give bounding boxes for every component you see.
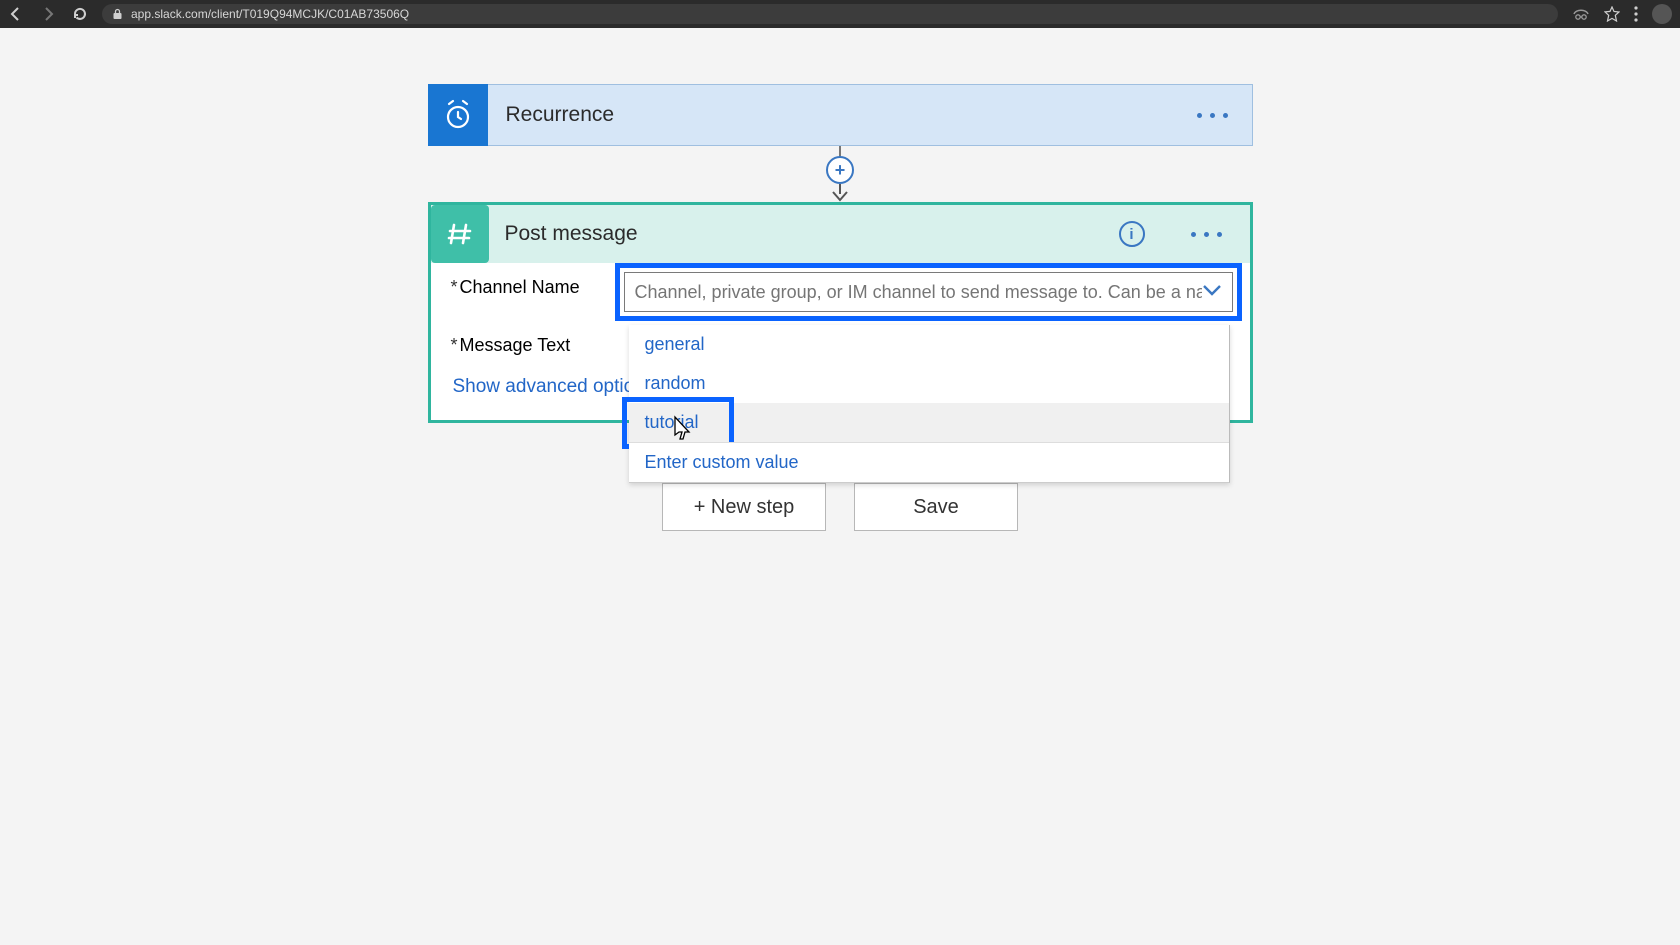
new-step-button[interactable]: + New step xyxy=(662,483,826,531)
star-icon[interactable] xyxy=(1604,6,1620,22)
save-button[interactable]: Save xyxy=(854,483,1018,531)
action-card-post-message[interactable]: Post message i Channel Name xyxy=(428,202,1253,423)
browser-toolbar: app.slack.com/client/T019Q94MCJK/C01AB73… xyxy=(0,0,1680,28)
connector: + xyxy=(428,146,1253,202)
action-title: Post message xyxy=(489,222,1119,246)
address-bar[interactable]: app.slack.com/client/T019Q94MCJK/C01AB73… xyxy=(102,4,1558,24)
trigger-more-menu[interactable] xyxy=(1173,113,1252,118)
show-advanced-options-label: Show advanced options xyxy=(453,376,655,397)
info-icon[interactable]: i xyxy=(1119,221,1145,247)
channel-name-label: Channel Name xyxy=(451,277,613,298)
trigger-card-recurrence[interactable]: Recurrence xyxy=(428,84,1253,146)
channel-dropdown-list: general random tutorial Enter custom val… xyxy=(629,325,1230,483)
chevron-down-icon[interactable] xyxy=(1202,283,1222,302)
action-more-menu[interactable] xyxy=(1167,232,1250,237)
trigger-title: Recurrence xyxy=(488,103,1173,127)
dropdown-option-tutorial[interactable]: tutorial xyxy=(629,403,1229,442)
action-header: Post message i xyxy=(431,205,1250,263)
dropdown-option-custom[interactable]: Enter custom value xyxy=(629,442,1229,482)
highlight-box-combobox xyxy=(615,263,1242,321)
dropdown-option-tutorial-label: tutorial xyxy=(645,412,699,432)
clock-icon xyxy=(428,84,488,146)
reload-icon[interactable] xyxy=(72,6,88,22)
arrow-down-icon xyxy=(830,184,850,202)
url-text: app.slack.com/client/T019Q94MCJK/C01AB73… xyxy=(131,7,409,21)
hash-icon xyxy=(431,205,489,263)
dropdown-option-random[interactable]: random xyxy=(629,364,1229,403)
message-text-label: Message Text xyxy=(451,335,613,356)
forward-icon[interactable] xyxy=(40,6,56,22)
flow-canvas: Recurrence + Post message xyxy=(0,28,1680,945)
channel-name-input[interactable] xyxy=(635,282,1202,303)
lock-icon xyxy=(112,8,123,20)
back-icon[interactable] xyxy=(8,6,24,22)
menu-icon[interactable] xyxy=(1634,6,1638,22)
add-step-button[interactable]: + xyxy=(826,156,854,184)
dropdown-option-general[interactable]: general xyxy=(629,325,1229,364)
profile-avatar[interactable] xyxy=(1652,4,1672,24)
incognito-icon[interactable] xyxy=(1572,7,1590,21)
channel-name-combobox[interactable] xyxy=(624,272,1233,312)
